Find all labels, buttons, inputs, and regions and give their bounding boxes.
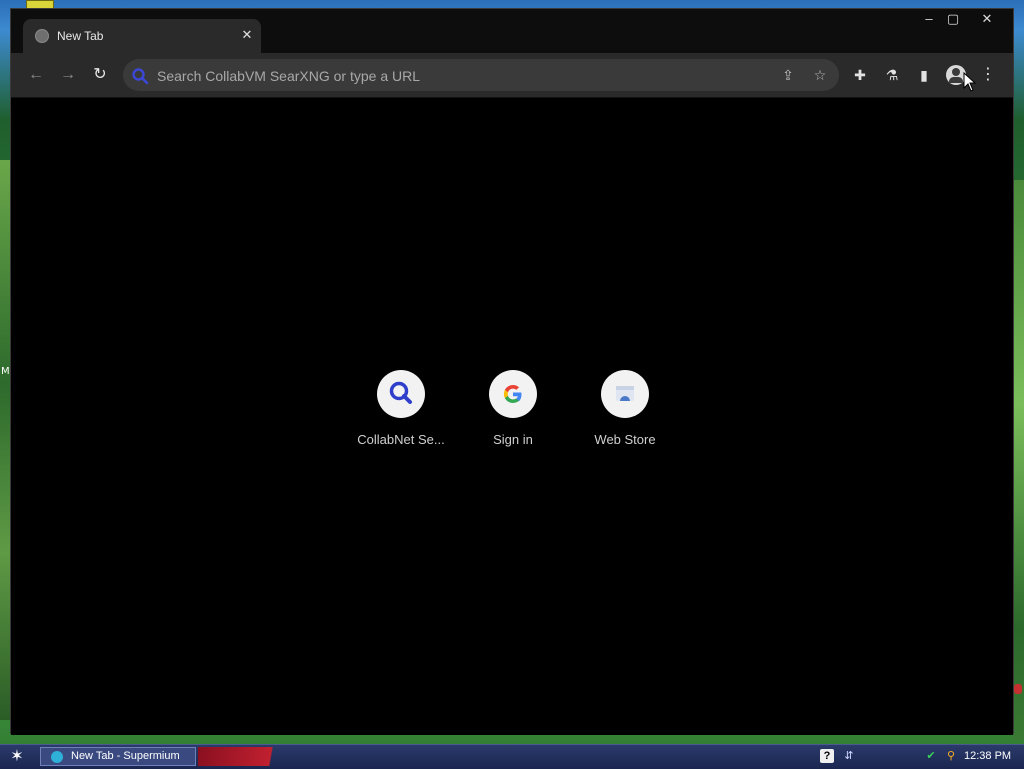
menu-kebab-icon[interactable]: ⋮ (977, 64, 999, 86)
shortcut-label: Sign in (493, 432, 533, 447)
address-input[interactable] (155, 65, 759, 87)
reload-button[interactable]: ↻ (89, 64, 111, 86)
taskbar-decoration (198, 747, 318, 766)
google-icon (503, 385, 522, 403)
address-bar[interactable]: ⇪ ☆ (123, 59, 839, 91)
tray-search-icon[interactable]: ⚲ (944, 749, 958, 763)
share-icon[interactable]: ⇪ (779, 66, 797, 84)
browser-toolbar: ← → ↻ ⇪ ☆ ✚ ⚗ ▮ ⋮ (11, 53, 1013, 98)
tab-title: New Tab (57, 29, 104, 43)
search-icon (132, 68, 149, 85)
labs-flask-icon[interactable]: ⚗ (881, 64, 903, 86)
taskbar: ✶ New Tab - Supermium ? ⇵ ✔ ⚲ 12:38 PM (0, 744, 1024, 769)
new-tab-page: CollabNet Se... Sign in Web Store (11, 98, 1013, 735)
shortcut-sign-in[interactable]: Sign in (463, 370, 563, 460)
shortcut-icon-circle (377, 370, 425, 418)
taskbar-item-browser[interactable]: New Tab - Supermium (40, 747, 196, 766)
web-store-icon (616, 386, 634, 401)
shortcut-label: Web Store (594, 432, 656, 447)
extensions-icon[interactable]: ✚ (849, 64, 871, 86)
search-icon (389, 381, 412, 404)
side-panel-icon[interactable]: ▮ (913, 64, 935, 86)
browser-app-icon (51, 751, 63, 763)
close-window-button[interactable]: ✕ (975, 9, 999, 31)
shortcut-collabnet-search[interactable]: CollabNet Se... (351, 370, 451, 460)
back-button[interactable]: ← (25, 64, 47, 86)
shortcut-icon-circle (489, 370, 537, 418)
forward-button[interactable]: → (57, 64, 79, 86)
taskbar-clock[interactable]: 12:38 PM (964, 750, 1011, 762)
shortcut-label: CollabNet Se... (357, 432, 445, 447)
desktop-flower (1014, 684, 1022, 694)
tab-new-tab[interactable]: New Tab ✕ (23, 19, 261, 55)
desktop-partial-label: M (1, 366, 10, 377)
taskbar-item-label: New Tab - Supermium (71, 750, 180, 762)
network-icon[interactable]: ⇵ (842, 749, 856, 763)
tab-close-icon[interactable]: ✕ (239, 27, 255, 43)
mouse-cursor-icon (963, 72, 977, 92)
minimize-button[interactable]: – (917, 9, 941, 31)
shortcut-web-store[interactable]: Web Store (575, 370, 675, 460)
help-icon[interactable]: ? (820, 749, 834, 763)
globe-icon (35, 29, 49, 43)
shortcut-tiles: CollabNet Se... Sign in Web Store (351, 370, 681, 460)
start-button[interactable]: ✶ (6, 747, 28, 767)
bookmark-star-icon[interactable]: ☆ (811, 66, 829, 84)
browser-window: New Tab ✕ – ▢ ✕ ← → ↻ ⇪ ☆ ✚ ⚗ ▮ ⋮ (10, 8, 1014, 735)
maximize-button[interactable]: ▢ (941, 9, 965, 31)
tray-status-icon[interactable]: ✔ (924, 749, 938, 763)
shortcut-icon-circle (601, 370, 649, 418)
tab-strip: New Tab ✕ – ▢ ✕ (11, 9, 1013, 55)
